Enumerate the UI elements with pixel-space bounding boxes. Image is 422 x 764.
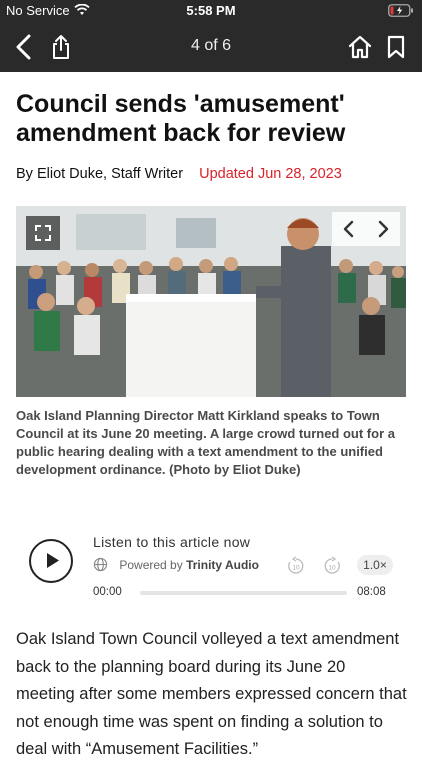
home-icon[interactable] (348, 34, 372, 60)
article-body: Oak Island Town Council volleyed a text … (16, 630, 407, 758)
playback-speed-button[interactable]: 1.0× (357, 555, 393, 575)
rewind-10-icon: 10 (288, 556, 304, 574)
chevron-left-icon (343, 220, 354, 238)
nav-bar: 4 of 6 (0, 22, 422, 72)
skip-forward-button[interactable]: 10 (322, 556, 342, 581)
expand-photo-button[interactable] (26, 216, 60, 250)
powered-by-row: Powered by Trinity Audio (93, 557, 259, 572)
play-icon (47, 553, 59, 568)
updated-date: Updated Jun 28, 2023 (199, 166, 342, 182)
previous-photo-button[interactable] (332, 212, 366, 246)
clock: 5:58 PM (186, 3, 236, 18)
photo-caption: Oak Island Planning Director Matt Kirkla… (16, 408, 395, 477)
globe-icon (93, 557, 108, 572)
bookmark-icon[interactable] (386, 34, 406, 60)
status-bar: No Service 5:58 PM (0, 0, 422, 22)
play-button[interactable] (29, 539, 73, 583)
forward-10-icon: 10 (324, 556, 340, 574)
svg-text:10: 10 (292, 565, 300, 572)
listen-label: Listen to this article now (93, 534, 251, 550)
article-photo[interactable] (16, 206, 406, 397)
battery-charging-icon (388, 4, 413, 17)
next-photo-button[interactable] (366, 212, 400, 246)
audio-player: Listen to this article now Powered by Tr… (0, 520, 422, 610)
current-time: 00:00 (93, 586, 122, 598)
byline: By Eliot Duke, Staff Writer (16, 166, 184, 182)
byline-row: By Eliot Duke, Staff Writer Updated Jun … (16, 166, 342, 182)
powered-by-label: Powered by (119, 558, 183, 572)
expand-icon (35, 225, 51, 241)
svg-text:10: 10 (328, 565, 336, 572)
progress-bar[interactable] (140, 591, 347, 595)
article-headline: Council sends 'amusement' amendment back… (16, 90, 346, 147)
chevron-right-icon (378, 220, 389, 238)
skip-back-button[interactable]: 10 (286, 556, 306, 581)
total-time: 08:08 (357, 586, 386, 598)
trinity-audio-brand[interactable]: Trinity Audio (186, 558, 259, 572)
